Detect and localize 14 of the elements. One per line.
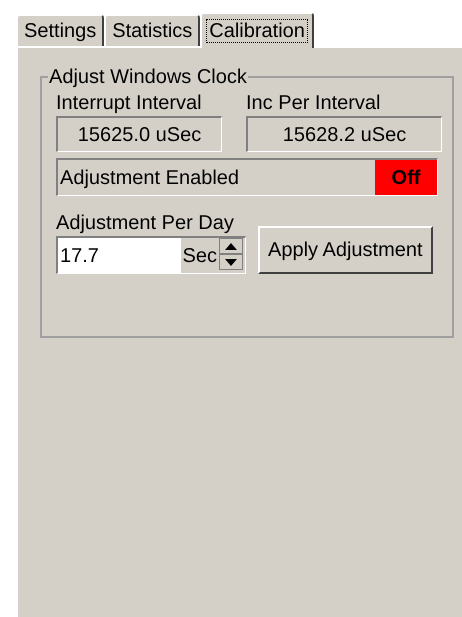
tab[interactable]: Calibration (200, 12, 314, 48)
status-label: Adjustment Enabled (59, 166, 240, 190)
per-day-field[interactable]: 17.7 Sec (56, 236, 246, 274)
status-indicator: Off (375, 160, 437, 195)
per-day-label: Adjustment Per Day (56, 211, 235, 236)
spinner[interactable] (219, 238, 245, 273)
tab[interactable]: Settings (16, 14, 104, 46)
readout-label: Interrupt Interval (56, 91, 203, 116)
readout-label: Inc Per Interval (246, 91, 382, 116)
unit-label: Sec (180, 238, 219, 273)
apply-adjustment-button[interactable]: Apply Adjustment (258, 226, 433, 274)
readout-value: 15628.2 uSec (246, 116, 442, 152)
tab[interactable]: Statistics (104, 14, 200, 46)
readout-value: 15625.0 uSec (56, 116, 222, 152)
